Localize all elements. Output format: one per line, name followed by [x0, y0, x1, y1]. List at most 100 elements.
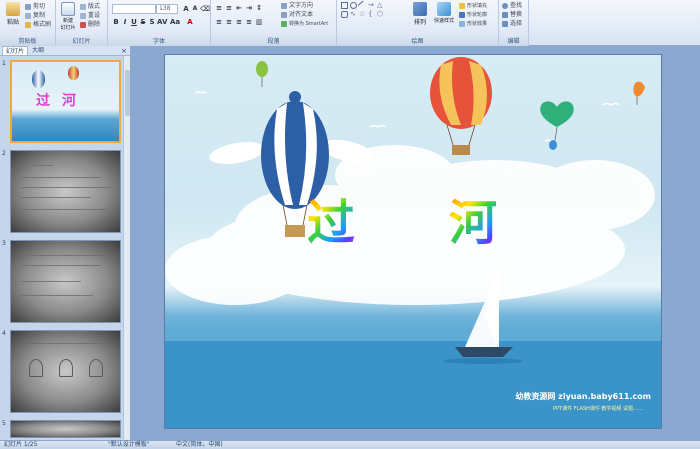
green-balloon-small — [256, 61, 268, 87]
delete-icon — [80, 22, 86, 28]
shape-fill-button[interactable]: 形状填充 — [459, 2, 487, 10]
line-shape-icon[interactable] — [357, 0, 368, 11]
editing-group-label: 编辑 — [499, 37, 528, 46]
find-icon — [502, 3, 508, 9]
columns-icon[interactable]: ▥ — [255, 18, 263, 26]
panel-scrollbar[interactable] — [123, 56, 130, 440]
bullets-icon[interactable]: ≡ — [215, 4, 223, 12]
arrange-icon — [413, 2, 427, 16]
justify-icon[interactable]: ≡ — [245, 18, 253, 26]
delete-label: 删除 — [88, 21, 101, 28]
delete-button[interactable]: 删除 — [80, 21, 100, 29]
hexagon-shape-icon[interactable]: ⬡ — [377, 11, 384, 18]
thumb-title-char-1: 过 — [36, 93, 50, 109]
star-shape-icon[interactable]: ☆ — [359, 11, 366, 18]
shape-fill-label: 形状填充 — [467, 3, 488, 9]
rectangle-shape-icon[interactable] — [341, 2, 348, 9]
fill-icon — [459, 3, 465, 9]
scrollbar-thumb[interactable] — [125, 70, 130, 116]
slide-counter: 幻灯片 1/25 — [4, 441, 38, 448]
outline-icon — [459, 12, 465, 18]
heart-balloon — [540, 101, 574, 150]
copy-button[interactable]: 复制 — [25, 12, 45, 20]
thumb-number: 2 — [2, 150, 6, 157]
quick-styles-button[interactable]: 快速样式 — [431, 2, 457, 24]
italic-icon[interactable]: I — [121, 18, 129, 26]
oval-shape-icon[interactable] — [350, 2, 357, 9]
shadow-icon[interactable]: S — [148, 18, 156, 26]
smartart-button[interactable]: 转换为 SmartArt — [281, 20, 328, 28]
arrange-button[interactable]: 排列 — [409, 2, 431, 26]
theme-name[interactable]: "默认设计模板" — [108, 441, 150, 449]
bold-icon[interactable]: B — [112, 18, 120, 26]
brace-shape-icon[interactable]: { — [368, 11, 375, 18]
shrink-font-icon[interactable]: A — [191, 5, 199, 13]
clipboard-group: 粘贴 剪切 复制 格式刷 剪贴板 — [0, 0, 56, 46]
copy-icon — [25, 13, 31, 19]
increase-indent-icon[interactable]: ⇥ — [245, 4, 253, 12]
arrow-shape-icon[interactable]: → — [368, 2, 375, 9]
rounded-rect-shape-icon[interactable] — [341, 11, 348, 18]
find-button[interactable]: 查找 — [502, 2, 522, 10]
orange-balloon-small — [633, 81, 645, 105]
strikethrough-icon[interactable]: S — [139, 18, 147, 26]
decrease-indent-icon[interactable]: ⇤ — [235, 4, 243, 12]
slide-title-char-1[interactable]: 过 — [307, 183, 355, 253]
numbering-icon[interactable]: ≡ — [225, 4, 233, 12]
line-spacing-icon[interactable]: ↕ — [255, 4, 263, 12]
clear-format-icon[interactable]: ⌫ — [200, 5, 210, 13]
align-left-icon[interactable]: ≡ — [215, 18, 223, 26]
case-icon[interactable]: Aa — [170, 18, 180, 26]
tree-icon — [59, 359, 73, 377]
font-size-select[interactable]: 138 — [156, 4, 178, 14]
select-button[interactable]: 选择 — [502, 20, 522, 28]
thumb-text-line — [21, 281, 81, 282]
slide-thumbnail-3[interactable]: 3 — [2, 240, 121, 323]
tab-slides[interactable]: 幻灯片 — [2, 46, 29, 55]
status-bar: 幻灯片 1/25 "默认设计模板" 中文(简体，中国) — [0, 440, 700, 449]
shape-outline-button[interactable]: 形状轮廓 — [459, 11, 487, 19]
drawing-group: → △ ∿ ☆ { ⬡ 排列 快速样式 形状填充 形状轮廓 形状效果 绘图 — [337, 0, 499, 46]
thumb-preview — [10, 240, 121, 323]
shapes-gallery[interactable]: → △ ∿ ☆ { ⬡ — [341, 0, 397, 28]
shape-effects-button[interactable]: 形状效果 — [459, 20, 487, 28]
spacing-icon[interactable]: AV — [157, 18, 167, 26]
curve-shape-icon[interactable]: ∿ — [350, 11, 357, 18]
align-center-icon[interactable]: ≡ — [225, 18, 233, 26]
panel-close-icon[interactable]: × — [121, 46, 127, 56]
tab-outline[interactable]: 大纲 — [29, 46, 47, 55]
slide-thumbnail-4[interactable]: 4 — [2, 330, 121, 413]
new-slide-label: 新建 幻灯片 — [60, 18, 76, 31]
replace-icon — [502, 12, 508, 18]
smartart-label: 转换为 SmartArt — [289, 21, 329, 27]
font-name-select[interactable] — [112, 4, 156, 14]
balloon-icon — [32, 70, 45, 88]
slide-title-char-2[interactable]: 河 — [449, 183, 497, 253]
slide-thumbnail-2[interactable]: 2 — [2, 150, 121, 233]
reset-button[interactable]: 重设 — [80, 12, 100, 20]
paragraph-group-label: 段落 — [211, 37, 336, 46]
format-painter-button[interactable]: 格式刷 — [25, 21, 51, 29]
layout-button[interactable]: 版式 — [80, 3, 100, 11]
thumb-text-line — [21, 187, 111, 188]
slide-thumbnail-1[interactable]: 1 过河 — [2, 60, 121, 143]
new-slide-button[interactable]: 新建 幻灯片 — [58, 2, 78, 31]
current-slide[interactable]: 过 河 幼教资源网 ziyuan.baby611.com PPT课件 FLASH… — [164, 54, 662, 429]
replace-button[interactable]: 替换 — [502, 11, 522, 19]
font-color-icon[interactable]: A — [186, 18, 194, 26]
paste-label: 粘贴 — [6, 19, 19, 26]
cut-button[interactable]: 剪切 — [25, 3, 45, 11]
paste-button[interactable]: 粘贴 — [2, 2, 24, 26]
thumb-text-line — [21, 209, 107, 210]
thumb-text-line — [21, 255, 107, 256]
align-text-button[interactable]: 对齐文本 — [281, 11, 313, 19]
layout-label: 版式 — [88, 3, 101, 10]
text-direction-button[interactable]: 文字方向 — [281, 2, 313, 10]
underline-icon[interactable]: U — [130, 18, 138, 26]
slide-thumbnail-5[interactable]: 5 — [2, 420, 121, 438]
triangle-shape-icon[interactable]: △ — [377, 2, 384, 9]
smartart-icon — [281, 21, 287, 27]
grow-font-icon[interactable]: A — [182, 5, 190, 13]
align-right-icon[interactable]: ≡ — [235, 18, 243, 26]
language-indicator[interactable]: 中文(简体，中国) — [176, 441, 223, 449]
